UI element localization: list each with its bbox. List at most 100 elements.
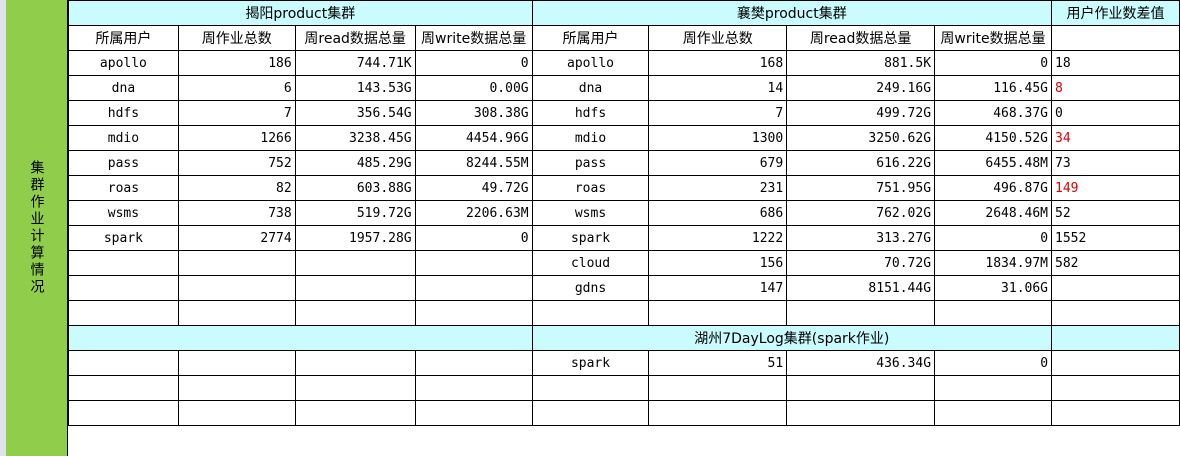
cell-read[interactable]: 762.02G	[786, 200, 936, 226]
cell-empty[interactable]	[648, 300, 788, 326]
section-side-cell[interactable]: 集群作业计算情况	[6, 0, 68, 456]
cell-read[interactable]: 519.72G	[294, 200, 416, 226]
cell-empty[interactable]	[414, 300, 533, 326]
cell-write[interactable]: 308.38G	[414, 100, 533, 126]
cell-jobs[interactable]: 738	[177, 200, 296, 226]
cell-empty[interactable]	[1051, 400, 1180, 426]
cell-empty[interactable]	[177, 300, 296, 326]
cell-write[interactable]: 0.00G	[414, 75, 533, 101]
cell-read[interactable]: 70.72G	[786, 250, 936, 276]
cell-user[interactable]: hdfs	[531, 100, 650, 126]
cell-read[interactable]: 744.71K	[294, 50, 416, 76]
cell-empty[interactable]	[68, 400, 179, 426]
cell-jobs[interactable]: 51	[648, 350, 788, 376]
cell-write[interactable]: 0	[414, 50, 533, 76]
cell-jobs[interactable]: 231	[648, 175, 788, 201]
cell-empty[interactable]	[294, 250, 416, 276]
cell-empty[interactable]	[177, 275, 296, 301]
cell-diff[interactable]: 52	[1051, 200, 1180, 226]
cell-jobs[interactable]: 2774	[177, 225, 296, 251]
cell-write[interactable]: 0	[414, 225, 533, 251]
cell-empty[interactable]	[531, 300, 650, 326]
cell-empty[interactable]	[414, 350, 533, 376]
cell-jobs[interactable]: 6	[177, 75, 296, 101]
cell-user[interactable]: cloud	[531, 250, 650, 276]
cell-diff[interactable]: 0	[1051, 100, 1180, 126]
cluster-b-title[interactable]: 襄樊product集群	[531, 0, 1053, 26]
cell-read[interactable]: 485.29G	[294, 150, 416, 176]
cell-read[interactable]: 356.54G	[294, 100, 416, 126]
col-header[interactable]: 所属用户	[68, 25, 179, 51]
cell-user[interactable]: dna	[68, 75, 179, 101]
col-header[interactable]: 周write数据总量	[414, 25, 533, 51]
cell-user[interactable]: wsms	[531, 200, 650, 226]
cell-empty[interactable]	[294, 275, 416, 301]
cell-empty[interactable]	[1051, 375, 1180, 401]
cell-empty[interactable]	[786, 400, 936, 426]
cell-empty[interactable]	[648, 400, 788, 426]
cell-jobs[interactable]: 686	[648, 200, 788, 226]
cell-jobs[interactable]: 1300	[648, 125, 788, 151]
cell-empty[interactable]	[648, 375, 788, 401]
cell-user[interactable]: mdio	[531, 125, 650, 151]
col-header[interactable]: 周write数据总量	[934, 25, 1053, 51]
cell-jobs[interactable]: 14	[648, 75, 788, 101]
cell-empty[interactable]	[68, 375, 179, 401]
cell-write[interactable]: 468.37G	[934, 100, 1053, 126]
cell-diff[interactable]: 149	[1051, 175, 1180, 201]
col-header[interactable]: 周read数据总量	[786, 25, 936, 51]
cell-empty[interactable]	[531, 375, 650, 401]
col-header[interactable]: 周作业总数	[177, 25, 296, 51]
col-header[interactable]: 周作业总数	[648, 25, 788, 51]
cell-empty[interactable]	[177, 400, 296, 426]
cell-empty[interactable]	[414, 400, 533, 426]
cell-read[interactable]: 249.16G	[786, 75, 936, 101]
cell-empty[interactable]	[531, 400, 650, 426]
cell-read[interactable]: 616.22G	[786, 150, 936, 176]
cell-jobs[interactable]: 7	[648, 100, 788, 126]
cell-write[interactable]: 496.87G	[934, 175, 1053, 201]
cell-read[interactable]: 3238.45G	[294, 125, 416, 151]
cell-write[interactable]: 2206.63M	[414, 200, 533, 226]
cell-user[interactable]: mdio	[68, 125, 179, 151]
cell-write[interactable]: 0	[934, 50, 1053, 76]
cell-jobs[interactable]: 1266	[177, 125, 296, 151]
diff-title[interactable]: 用户作业数差值	[1051, 0, 1180, 26]
cell-write[interactable]: 1834.97M	[934, 250, 1053, 276]
cell-diff[interactable]: 73	[1051, 150, 1180, 176]
cell-read[interactable]: 751.95G	[786, 175, 936, 201]
cell-read[interactable]: 1957.28G	[294, 225, 416, 251]
cell-write[interactable]: 0	[934, 225, 1053, 251]
cell-read[interactable]: 499.72G	[786, 100, 936, 126]
cell-jobs[interactable]: 82	[177, 175, 296, 201]
cell-read[interactable]: 8151.44G	[786, 275, 936, 301]
cluster-c-right-band[interactable]	[1051, 325, 1180, 351]
cell-write[interactable]: 4150.52G	[934, 125, 1053, 151]
cell-jobs[interactable]: 1222	[648, 225, 788, 251]
cell-empty[interactable]	[68, 250, 179, 276]
cell-user[interactable]: spark	[68, 225, 179, 251]
cell-empty[interactable]	[68, 275, 179, 301]
cell-user[interactable]: pass	[531, 150, 650, 176]
cell-diff[interactable]: 582	[1051, 250, 1180, 276]
cell-user[interactable]: spark	[531, 350, 650, 376]
col-header[interactable]: 所属用户	[531, 25, 650, 51]
cell-empty[interactable]	[414, 250, 533, 276]
cluster-c-left-band[interactable]	[68, 325, 533, 351]
cell-user[interactable]: hdfs	[68, 100, 179, 126]
cell-user[interactable]: apollo	[68, 50, 179, 76]
cell-user[interactable]: roas	[531, 175, 650, 201]
cell-jobs[interactable]: 752	[177, 150, 296, 176]
cell-diff[interactable]: 1552	[1051, 225, 1180, 251]
cell-read[interactable]: 143.53G	[294, 75, 416, 101]
cluster-c-title[interactable]: 湖州7DayLog集群(spark作业)	[531, 325, 1053, 351]
cell-read[interactable]: 603.88G	[294, 175, 416, 201]
cell-read[interactable]: 313.27G	[786, 225, 936, 251]
cell-empty[interactable]	[294, 375, 416, 401]
cell-empty[interactable]	[786, 300, 936, 326]
cell-user[interactable]: gdns	[531, 275, 650, 301]
cell-empty[interactable]	[177, 375, 296, 401]
cell-read[interactable]: 881.5K	[786, 50, 936, 76]
cell-user[interactable]: pass	[68, 150, 179, 176]
cell-write[interactable]: 31.06G	[934, 275, 1053, 301]
